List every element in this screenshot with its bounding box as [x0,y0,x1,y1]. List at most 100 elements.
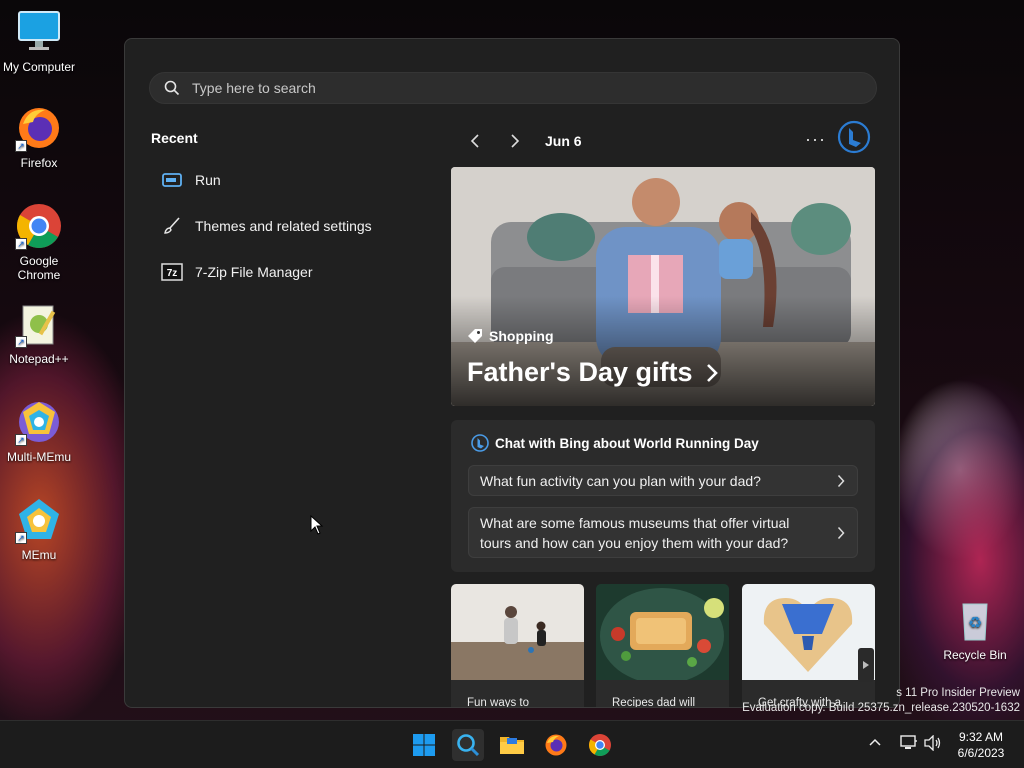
desktop-icon-recycle-bin[interactable]: ♻ Recycle Bin [937,596,1013,662]
recent-item-7zip[interactable]: 7z 7-Zip File Manager [149,249,429,295]
bing-icon [471,434,489,452]
tag-icon [468,329,482,343]
brush-icon [161,215,183,237]
search-icon [164,80,180,96]
run-icon [161,169,183,191]
desktop-icon-label: My Computer [2,60,76,74]
shortcut-arrow-icon: ↗ [15,434,27,446]
multimemu-icon: ↗ [15,398,63,446]
start-button[interactable] [408,729,440,761]
previous-day-button[interactable] [461,127,489,155]
recent-item-label: 7-Zip File Manager [195,264,313,280]
desktop-icon-label: Firefox [20,156,58,170]
desktop-icon-my-computer[interactable]: My Computer [1,8,77,74]
next-day-button[interactable] [501,127,529,155]
desktop-icon-multi-memu[interactable]: ↗ Multi-MEmu [1,398,77,464]
search-icon [457,734,480,757]
chat-heading-text: Chat with Bing about World Running Day [495,435,759,451]
watermark-line: s 11 Pro Insider Preview [896,687,1020,699]
feed-nav: Jun 6 [461,127,582,155]
desktop-icon-label: Multi-MEmu [6,450,71,464]
story-image [596,584,729,684]
hero-card[interactable]: Shopping Father's Day gifts [451,167,875,406]
desktop-icon-firefox[interactable]: ↗ Firefox [1,104,77,170]
caret-right-icon [863,661,869,669]
monitor-icon [15,8,63,56]
story-image [451,584,584,680]
story-caption: Recipes dad will [612,697,696,708]
notepadpp-icon: ↗ [15,300,63,348]
folder-icon [500,737,524,754]
shortcut-arrow-icon: ↗ [15,238,27,250]
hero-category: Shopping [467,328,554,344]
build-watermark: s 11 Pro Insider Preview Evaluation copy… [742,686,1020,716]
system-tray [868,735,942,751]
desktop-icon-notepadpp[interactable]: ↗ Notepad++ [1,300,77,366]
search-panel: Recent Run Themes and related settings 7… [124,38,900,708]
desktop-icon-chrome[interactable]: ↗ Google Chrome [1,202,77,282]
watermark-line: Evaluation copy. Build 25375.zn_release.… [742,702,1020,714]
network-icon[interactable] [900,735,918,751]
chat-suggestion-text: What fun activity can you plan with your… [480,472,761,489]
desktop-icon-memu[interactable]: ↗ MEmu [1,496,77,562]
svg-text:♻: ♻ [968,615,982,632]
recent-item-label: Themes and related settings [195,218,372,234]
taskbar-firefox[interactable] [540,729,572,761]
desktop-icon-label: Recycle Bin [943,648,1007,662]
chat-heading: Chat with Bing about World Running Day [471,434,759,452]
recent-item-label: Run [195,172,221,188]
desktop-icon-label: Notepad++ [9,352,69,366]
chevron-right-icon [707,363,719,382]
chrome-icon [589,734,611,756]
chevron-right-icon [511,134,520,148]
7zip-icon: 7z [161,261,183,283]
shortcut-arrow-icon: ↗ [15,140,27,152]
firefox-icon: ↗ [15,104,63,152]
recent-list: Run Themes and related settings 7z 7-Zip… [149,157,429,295]
hero-title-text: Father's Day gifts [467,357,693,387]
taskbar-chrome[interactable] [584,729,616,761]
chevron-up-icon[interactable] [868,736,882,750]
windows-logo-icon [413,734,435,756]
story-card[interactable]: Fun ways to [451,584,584,707]
chrome-icon: ↗ [15,202,63,250]
chat-suggestion[interactable]: What are some famous museums that offer … [468,507,858,558]
memu-icon: ↗ [15,496,63,544]
recycle-bin-icon: ♻ [951,596,999,644]
recent-heading: Recent [151,130,198,146]
hero-category-label: Shopping [489,328,554,344]
desktop-icon-label: MEmu [21,548,57,562]
chat-suggestion-text: What are some famous museums that offer … [480,514,790,551]
story-card[interactable]: Recipes dad will [596,584,729,708]
story-image [742,584,875,680]
volume-icon[interactable] [924,735,942,751]
svg-text:7z: 7z [167,268,178,279]
search-box[interactable] [149,72,877,104]
scroll-right-button[interactable] [858,648,874,682]
clock-time: 9:32 AM [958,730,1004,744]
bing-icon [837,120,871,154]
hero-title: Father's Day gifts [467,357,720,388]
chevron-left-icon [470,134,479,148]
recent-item-run[interactable]: Run [149,157,429,203]
chevron-right-icon [837,526,845,539]
recent-item-themes[interactable]: Themes and related settings [149,203,429,249]
more-options-button[interactable]: ··· [805,129,826,150]
search-input[interactable] [192,80,792,96]
clock-date: 6/6/2023 [957,746,1005,760]
shortcut-arrow-icon: ↗ [15,532,27,544]
taskbar-file-explorer[interactable] [496,729,528,761]
desktop-icon-label: Google Chrome [17,254,61,282]
feed-date: Jun 6 [545,133,582,149]
hero-gradient [451,296,875,406]
mouse-cursor-icon [310,515,324,535]
bing-button[interactable] [837,120,871,154]
bing-chat-card: Chat with Bing about World Running Day W… [451,420,875,572]
firefox-icon [545,734,567,756]
taskbar-search-button[interactable] [452,729,484,761]
shortcut-arrow-icon: ↗ [15,336,27,348]
chevron-right-icon [837,474,845,487]
taskbar-clock[interactable]: 9:32 AM 6/6/2023 [944,729,1018,761]
chat-suggestion[interactable]: What fun activity can you plan with your… [468,465,858,496]
taskbar: 9:32 AM 6/6/2023 [0,720,1024,768]
